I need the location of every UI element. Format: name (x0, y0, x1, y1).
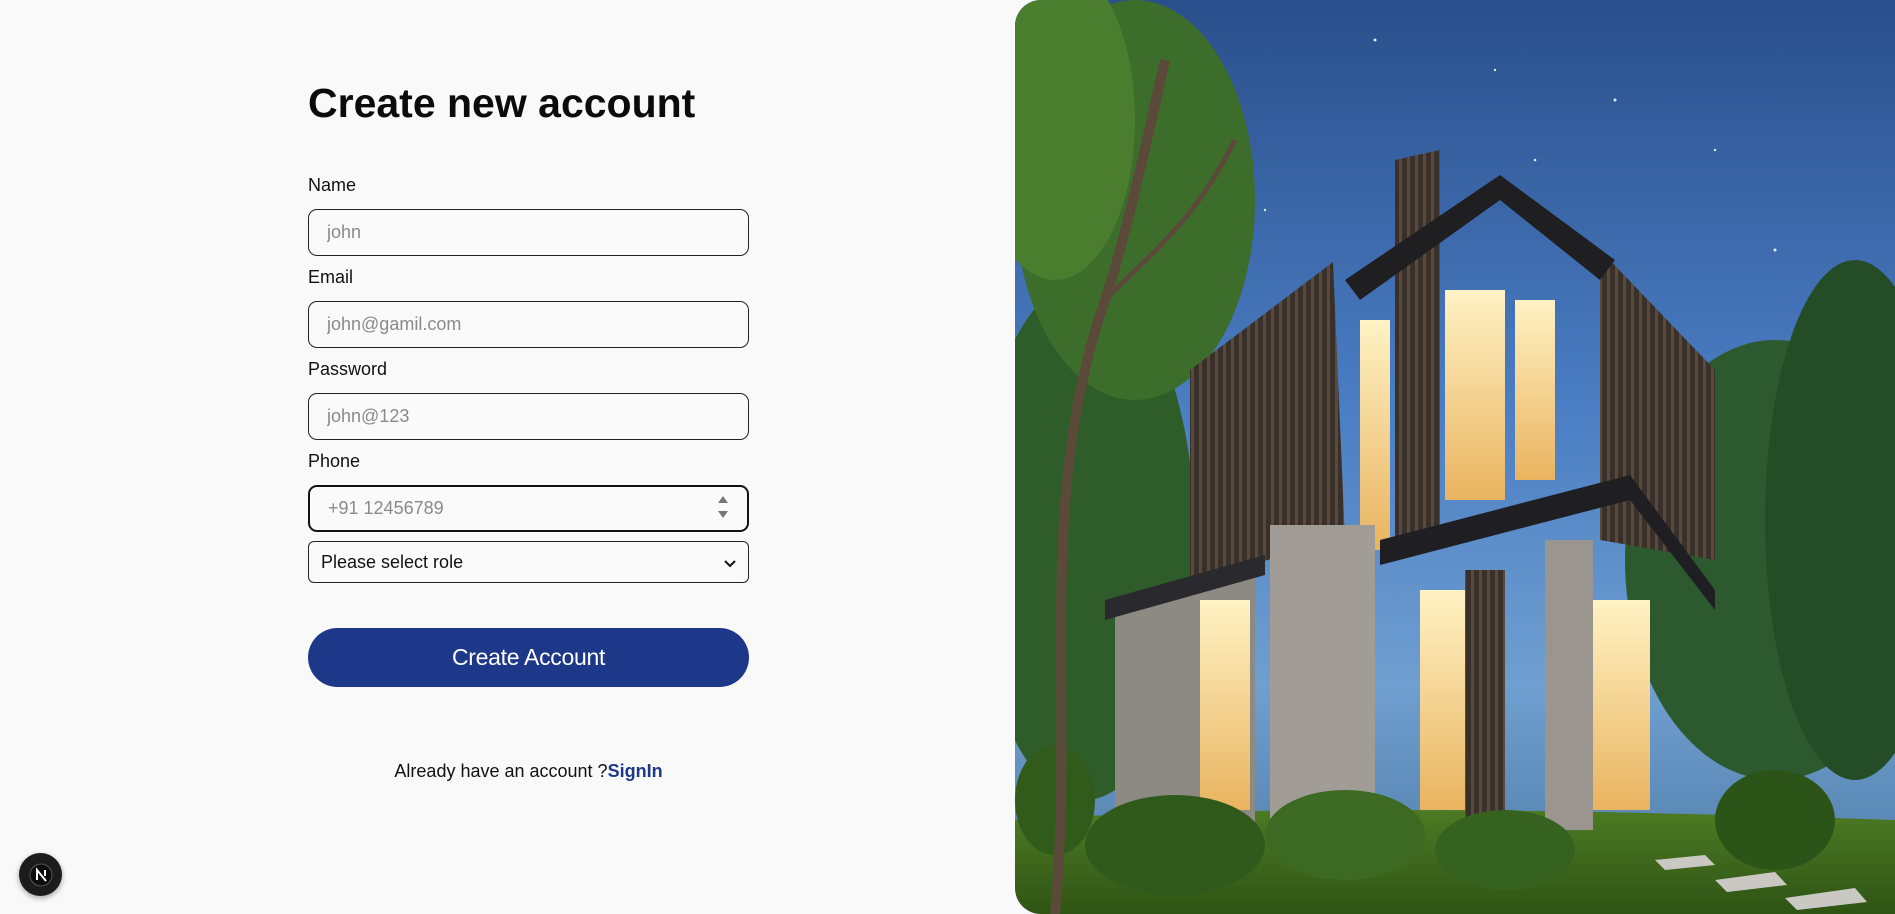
number-spinner-icon[interactable] (717, 494, 729, 520)
role-select[interactable]: Please select role (308, 541, 749, 583)
role-select-value: Please select role (321, 551, 464, 572)
signup-page: Create new account Name Email Password P… (0, 0, 1895, 914)
password-input[interactable] (308, 393, 749, 440)
house-illustration (1015, 0, 1895, 914)
signin-prompt: Already have an account ?SignIn (308, 761, 749, 782)
phone-input[interactable] (308, 485, 749, 532)
signin-prompt-text: Already have an account ? (394, 761, 608, 781)
nextjs-dev-badge-icon[interactable] (19, 853, 62, 896)
signin-link[interactable]: SignIn (608, 761, 663, 781)
page-title: Create new account (308, 80, 696, 126)
hero-house-image (1015, 0, 1895, 914)
name-label: Name (308, 175, 357, 195)
phone-field-wrapper (308, 485, 749, 532)
form-panel: Create new account Name Email Password P… (0, 0, 1015, 914)
name-input[interactable] (308, 209, 749, 256)
email-label: Email (308, 267, 354, 287)
chevron-down-icon (724, 552, 736, 573)
phone-label: Phone (308, 451, 361, 471)
create-account-button[interactable]: Create Account (308, 628, 749, 687)
password-label: Password (308, 359, 388, 379)
email-input[interactable] (308, 301, 749, 348)
